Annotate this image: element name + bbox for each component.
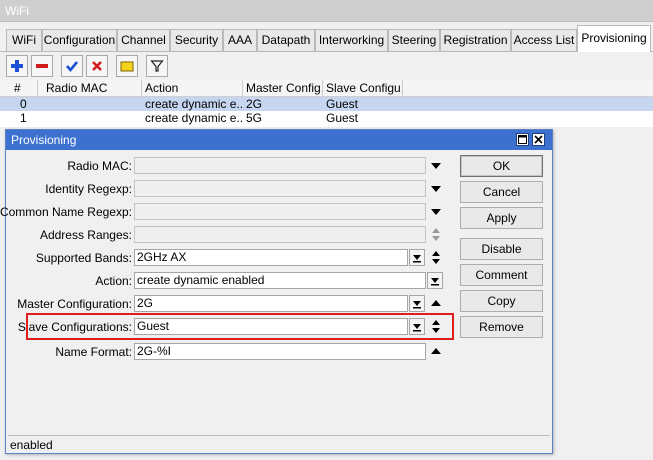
close-icon	[534, 135, 543, 144]
row-action: create dynamic e...	[145, 97, 243, 111]
disable-button[interactable]: Disable	[460, 238, 543, 260]
tab-configuration[interactable]: Configuration	[42, 29, 117, 51]
column-master-config[interactable]: Master Config...	[243, 80, 323, 97]
comment-button[interactable]: Comment	[460, 264, 543, 286]
supported-bands-dropdown-button[interactable]	[409, 249, 425, 266]
cancel-button[interactable]: Cancel	[460, 181, 543, 203]
provisioning-table: # Radio MAC Action Master Config... Slav…	[0, 80, 653, 127]
check-icon	[66, 61, 79, 73]
column-number[interactable]: #	[0, 80, 38, 97]
address-ranges-label: Address Ranges:	[39, 228, 132, 242]
tab-security[interactable]: Security	[170, 29, 223, 51]
master-configuration-label: Master Configuration:	[17, 297, 132, 311]
row-number: 1	[20, 111, 27, 125]
filter-button[interactable]	[146, 55, 168, 77]
up-down-arrows-icon[interactable]	[429, 226, 443, 243]
action-dropdown-button[interactable]	[427, 272, 443, 289]
chevron-down-icon[interactable]	[429, 157, 443, 174]
maximize-icon	[518, 135, 527, 144]
tab-bar: WiFi Configuration Channel Security AAA …	[0, 22, 653, 52]
comment-button[interactable]	[116, 55, 138, 77]
up-down-arrows-icon[interactable]	[429, 318, 443, 335]
note-icon	[120, 61, 134, 72]
action-label: Action:	[95, 274, 132, 288]
dialog-title: Provisioning	[11, 133, 77, 147]
name-format-input[interactable]: 2G-%I	[134, 343, 426, 360]
table-row[interactable]: 0 create dynamic e... 2G Guest	[0, 97, 653, 111]
master-configuration-select[interactable]: 2G	[134, 295, 408, 312]
toolbar	[0, 52, 653, 80]
enable-button[interactable]	[61, 55, 83, 77]
chevron-down-icon[interactable]	[429, 180, 443, 197]
dialog-titlebar: Provisioning	[6, 130, 552, 150]
minus-icon	[36, 64, 48, 68]
remove-button[interactable]: Remove	[460, 316, 543, 338]
ok-button[interactable]: OK	[460, 155, 543, 177]
address-ranges-input[interactable]	[134, 226, 426, 243]
chevron-down-icon[interactable]	[429, 203, 443, 220]
close-button[interactable]	[532, 133, 545, 146]
tab-provisioning[interactable]: Provisioning	[577, 25, 651, 52]
dropdown-icon	[413, 301, 421, 309]
table-header: # Radio MAC Action Master Config... Slav…	[0, 80, 653, 97]
radio-mac-label: Radio MAC:	[67, 159, 132, 173]
tab-datapath[interactable]: Datapath	[257, 29, 315, 51]
name-format-label: Name Format:	[55, 345, 132, 359]
identity-regexp-input[interactable]	[134, 180, 426, 197]
slave-configurations-dropdown-button[interactable]	[409, 318, 425, 335]
x-icon	[92, 61, 102, 71]
copy-button[interactable]: Copy	[460, 290, 543, 312]
table-row[interactable]: 1 create dynamic e... 5G Guest	[0, 111, 653, 125]
row-number: 0	[20, 97, 27, 111]
supported-bands-select[interactable]: 2GHz AX	[134, 249, 408, 266]
row-master: 5G	[246, 111, 263, 125]
identity-regexp-label: Identity Regexp:	[45, 182, 132, 196]
add-button[interactable]	[6, 55, 28, 77]
window-title: WiFi	[5, 4, 29, 18]
window-titlebar: WiFi	[0, 0, 653, 22]
tab-access-list[interactable]: Access List	[511, 29, 577, 51]
column-slave-config[interactable]: Slave Configu...	[323, 80, 403, 97]
row-radio-mac	[38, 111, 142, 125]
supported-bands-label: Supported Bands:	[35, 251, 132, 265]
common-name-regexp-label: Common Name Regexp:	[0, 205, 132, 219]
common-name-regexp-input[interactable]	[134, 203, 426, 220]
row-slave: Guest	[326, 111, 359, 125]
chevron-up-icon[interactable]	[429, 343, 443, 360]
tab-interworking[interactable]: Interworking	[315, 29, 388, 51]
maximize-button[interactable]	[516, 133, 529, 146]
action-select[interactable]: create dynamic enabled	[134, 272, 426, 289]
tab-channel[interactable]: Channel	[117, 29, 170, 51]
slave-configurations-label: Slave Configurations:	[17, 320, 132, 334]
status-bar: enabled	[8, 435, 550, 453]
row-radio-mac	[38, 97, 142, 111]
provisioning-dialog: Provisioning Radio MAC: Identity Regexp:…	[0, 129, 553, 454]
remove-button[interactable]	[31, 55, 53, 77]
column-radio-mac[interactable]: Radio MAC	[38, 80, 142, 97]
radio-mac-input[interactable]	[134, 157, 426, 174]
chevron-up-icon[interactable]	[429, 295, 443, 312]
tab-registration[interactable]: Registration	[440, 29, 511, 51]
tab-wifi[interactable]: WiFi	[6, 29, 42, 51]
plus-icon	[11, 60, 23, 72]
tab-steering[interactable]: Steering	[388, 29, 440, 51]
dropdown-icon	[413, 255, 421, 263]
tab-aaa[interactable]: AAA	[223, 29, 257, 51]
dropdown-icon	[431, 278, 439, 286]
master-configuration-dropdown-button[interactable]	[409, 295, 425, 312]
row-master: 2G	[246, 97, 263, 111]
dropdown-icon	[413, 324, 421, 332]
column-action[interactable]: Action	[142, 80, 243, 97]
filter-icon	[150, 60, 164, 72]
row-action: create dynamic e...	[145, 111, 243, 125]
up-down-arrows-icon[interactable]	[429, 249, 443, 266]
slave-configurations-select[interactable]: Guest	[134, 318, 408, 335]
disable-button[interactable]	[86, 55, 108, 77]
row-slave: Guest	[326, 97, 359, 111]
apply-button[interactable]: Apply	[460, 207, 543, 229]
